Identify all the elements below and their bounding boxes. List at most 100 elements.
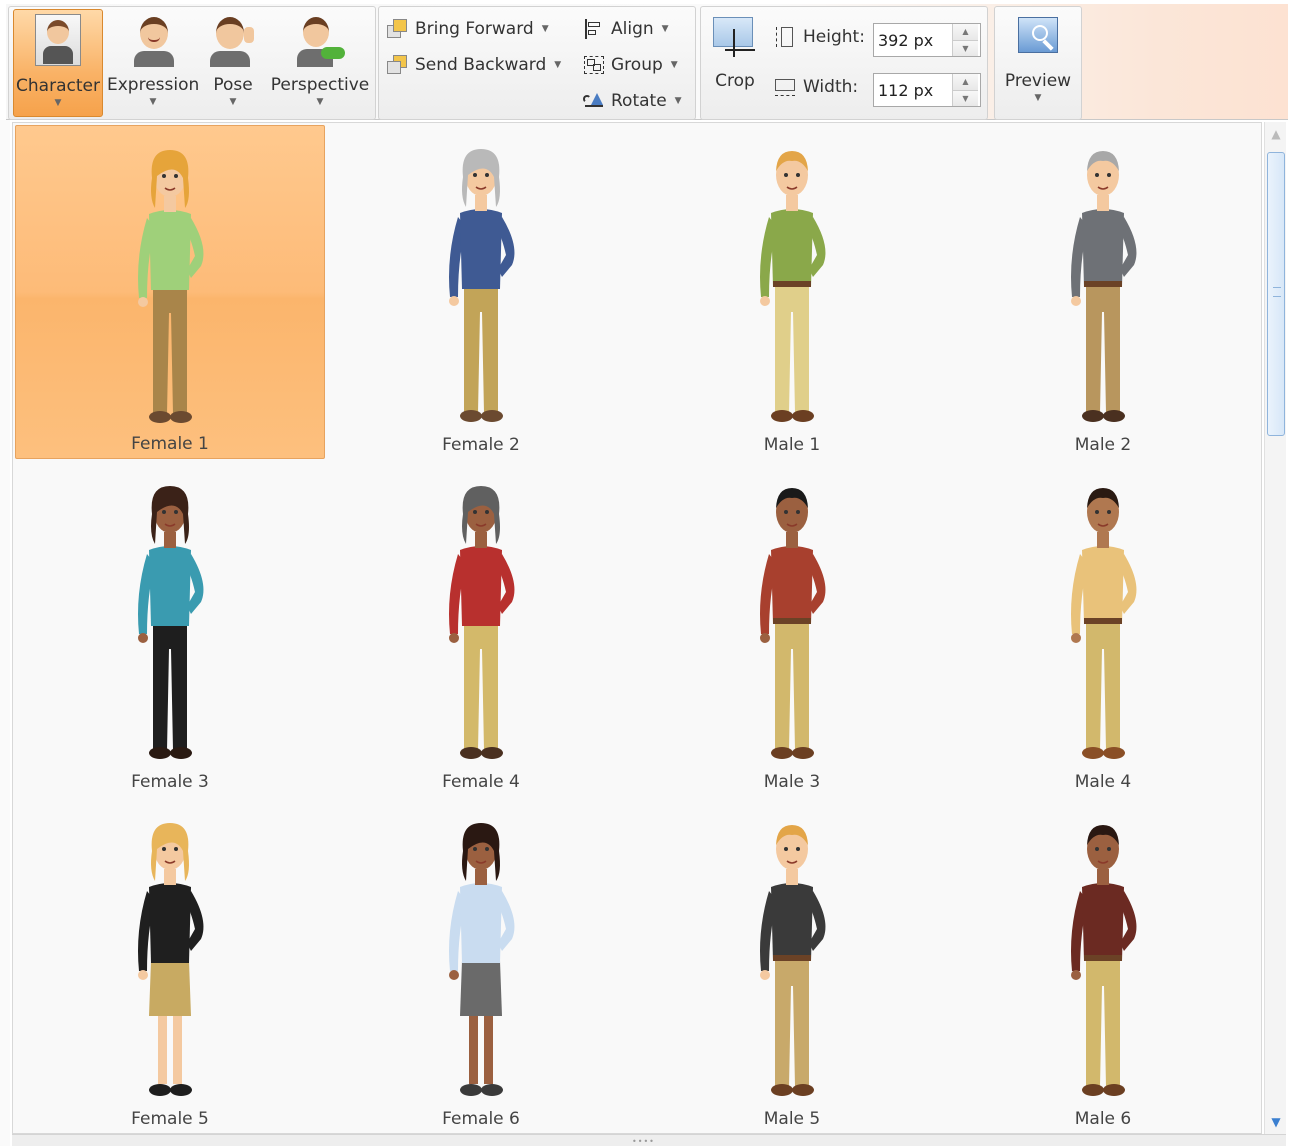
pose-icon bbox=[208, 13, 258, 67]
width-label: Width: bbox=[803, 77, 859, 97]
bring-forward-icon bbox=[387, 19, 409, 39]
character-tile[interactable]: Male 1 bbox=[637, 125, 947, 459]
character-name-label: Female 3 bbox=[131, 772, 209, 792]
ribbon-group-preview: Preview ▼ bbox=[994, 6, 1082, 120]
chevron-down-icon: ▼ bbox=[316, 97, 324, 107]
character-tile[interactable]: Male 6 bbox=[948, 799, 1258, 1133]
scroll-up-icon[interactable]: ▲ bbox=[1265, 124, 1287, 144]
window-left-edge bbox=[0, 120, 10, 1146]
character-figure bbox=[449, 149, 515, 422]
character-name-label: Male 6 bbox=[1074, 1109, 1132, 1129]
preview-icon bbox=[1014, 15, 1062, 61]
send-backward-label: Send Backward bbox=[415, 55, 547, 75]
chevron-down-icon: ▼ bbox=[670, 60, 678, 70]
group-label: Group bbox=[611, 55, 663, 75]
height-label: Height: bbox=[803, 27, 865, 47]
ribbon-group-size: Crop Height: ▲ ▼ Width: ▲ bbox=[700, 6, 988, 120]
height-field-label: Height: bbox=[773, 25, 865, 49]
height-icon bbox=[773, 25, 797, 49]
scrollbar-thumb[interactable] bbox=[1267, 152, 1285, 436]
character-name-label: Male 1 bbox=[763, 435, 821, 455]
character-name-label: Male 4 bbox=[1074, 772, 1132, 792]
align-button[interactable]: Align ▼ bbox=[583, 15, 669, 43]
character-name-label: Female 5 bbox=[131, 1109, 209, 1129]
expression-icon bbox=[128, 13, 178, 67]
chevron-down-icon: ▼ bbox=[54, 98, 62, 108]
character-name-label: Male 3 bbox=[763, 772, 821, 792]
character-figure bbox=[449, 823, 515, 1096]
send-backward-button[interactable]: Send Backward ▼ bbox=[387, 51, 561, 79]
width-icon bbox=[773, 75, 797, 99]
group-button[interactable]: Group ▼ bbox=[583, 51, 678, 79]
character-figure bbox=[138, 486, 204, 759]
width-field-label: Width: bbox=[773, 75, 858, 99]
crop-button[interactable]: Crop bbox=[705, 9, 765, 117]
spin-up-icon[interactable]: ▲ bbox=[953, 74, 978, 90]
group-icon bbox=[583, 55, 605, 75]
spin-down-icon[interactable]: ▼ bbox=[953, 89, 978, 106]
vertical-scrollbar[interactable]: ▲ ▼ bbox=[1264, 122, 1286, 1134]
character-tile[interactable]: Female 4 bbox=[326, 462, 636, 796]
character-figure bbox=[138, 823, 204, 1096]
character-name-label: Female 6 bbox=[442, 1109, 520, 1129]
character-figure bbox=[449, 486, 515, 759]
bring-forward-label: Bring Forward bbox=[415, 19, 534, 39]
ribbon-group-arrange: Bring Forward ▼ Send Backward ▼ Align ▼ bbox=[378, 6, 696, 120]
width-input[interactable] bbox=[874, 75, 952, 105]
character-tile[interactable]: Male 5 bbox=[637, 799, 947, 1133]
height-input[interactable] bbox=[874, 25, 952, 55]
chevron-down-icon: ▼ bbox=[554, 60, 562, 70]
character-tile[interactable]: Male 2 bbox=[948, 125, 1258, 459]
rotate-button[interactable]: Rotate ▼ bbox=[583, 87, 682, 115]
character-label: Character bbox=[16, 76, 100, 96]
character-tile[interactable]: Female 1 bbox=[15, 125, 325, 459]
spin-down-icon[interactable]: ▼ bbox=[953, 39, 978, 56]
character-name-label: Female 1 bbox=[131, 434, 209, 454]
preview-button[interactable]: Preview ▼ bbox=[999, 9, 1077, 117]
align-icon bbox=[583, 19, 605, 39]
character-tile[interactable]: Female 3 bbox=[15, 462, 325, 796]
character-icon bbox=[33, 14, 83, 68]
character-button[interactable]: Character ▼ bbox=[13, 9, 103, 117]
character-figure bbox=[760, 151, 826, 422]
character-name-label: Male 2 bbox=[1074, 435, 1132, 455]
width-spinner[interactable]: ▲ ▼ bbox=[873, 73, 981, 107]
chevron-down-icon: ▼ bbox=[674, 96, 682, 106]
send-backward-icon bbox=[387, 55, 409, 75]
resize-grip-icon: •••• bbox=[632, 1137, 655, 1146]
character-figure bbox=[760, 488, 826, 759]
chevron-down-icon: ▼ bbox=[541, 24, 549, 34]
scroll-down-icon[interactable]: ▼ bbox=[1265, 1112, 1287, 1132]
expression-button[interactable]: Expression ▼ bbox=[107, 9, 199, 117]
chevron-down-icon: ▼ bbox=[229, 97, 237, 107]
height-spinner[interactable]: ▲ ▼ bbox=[873, 23, 981, 57]
character-name-label: Male 5 bbox=[763, 1109, 821, 1129]
character-tile[interactable]: Female 2 bbox=[326, 125, 636, 459]
character-figure bbox=[1071, 151, 1137, 422]
character-tile[interactable]: Male 4 bbox=[948, 462, 1258, 796]
grip-icon bbox=[1273, 287, 1281, 297]
chevron-down-icon: ▼ bbox=[661, 24, 669, 34]
align-label: Align bbox=[611, 19, 654, 39]
character-tile[interactable]: Female 5 bbox=[15, 799, 325, 1133]
pose-button[interactable]: Pose ▼ bbox=[203, 9, 263, 117]
character-name-label: Female 2 bbox=[442, 435, 520, 455]
spin-up-icon[interactable]: ▲ bbox=[953, 24, 978, 40]
resize-bar[interactable]: •••• bbox=[12, 1134, 1286, 1146]
character-figure bbox=[1071, 825, 1137, 1096]
ribbon-toolbar: Character ▼ Expression ▼ Pose ▼ Perspect… bbox=[6, 4, 1288, 120]
character-figure bbox=[760, 825, 826, 1096]
perspective-label: Perspective bbox=[270, 75, 370, 95]
preview-label: Preview bbox=[1004, 71, 1072, 91]
character-name-label: Female 4 bbox=[442, 772, 520, 792]
chevron-down-icon: ▼ bbox=[1034, 93, 1042, 103]
rotate-icon bbox=[583, 91, 605, 111]
perspective-icon bbox=[295, 13, 345, 67]
expression-label: Expression bbox=[107, 75, 200, 95]
character-tile[interactable]: Male 3 bbox=[637, 462, 947, 796]
perspective-button[interactable]: Perspective ▼ bbox=[269, 9, 371, 117]
ribbon-group-character: Character ▼ Expression ▼ Pose ▼ Perspect… bbox=[8, 6, 376, 120]
bring-forward-button[interactable]: Bring Forward ▼ bbox=[387, 15, 549, 43]
character-tile[interactable]: Female 6 bbox=[326, 799, 636, 1133]
character-gallery: Female 1 Female 2 Male 1 Male 2 Female 3 Fema… bbox=[12, 122, 1262, 1134]
